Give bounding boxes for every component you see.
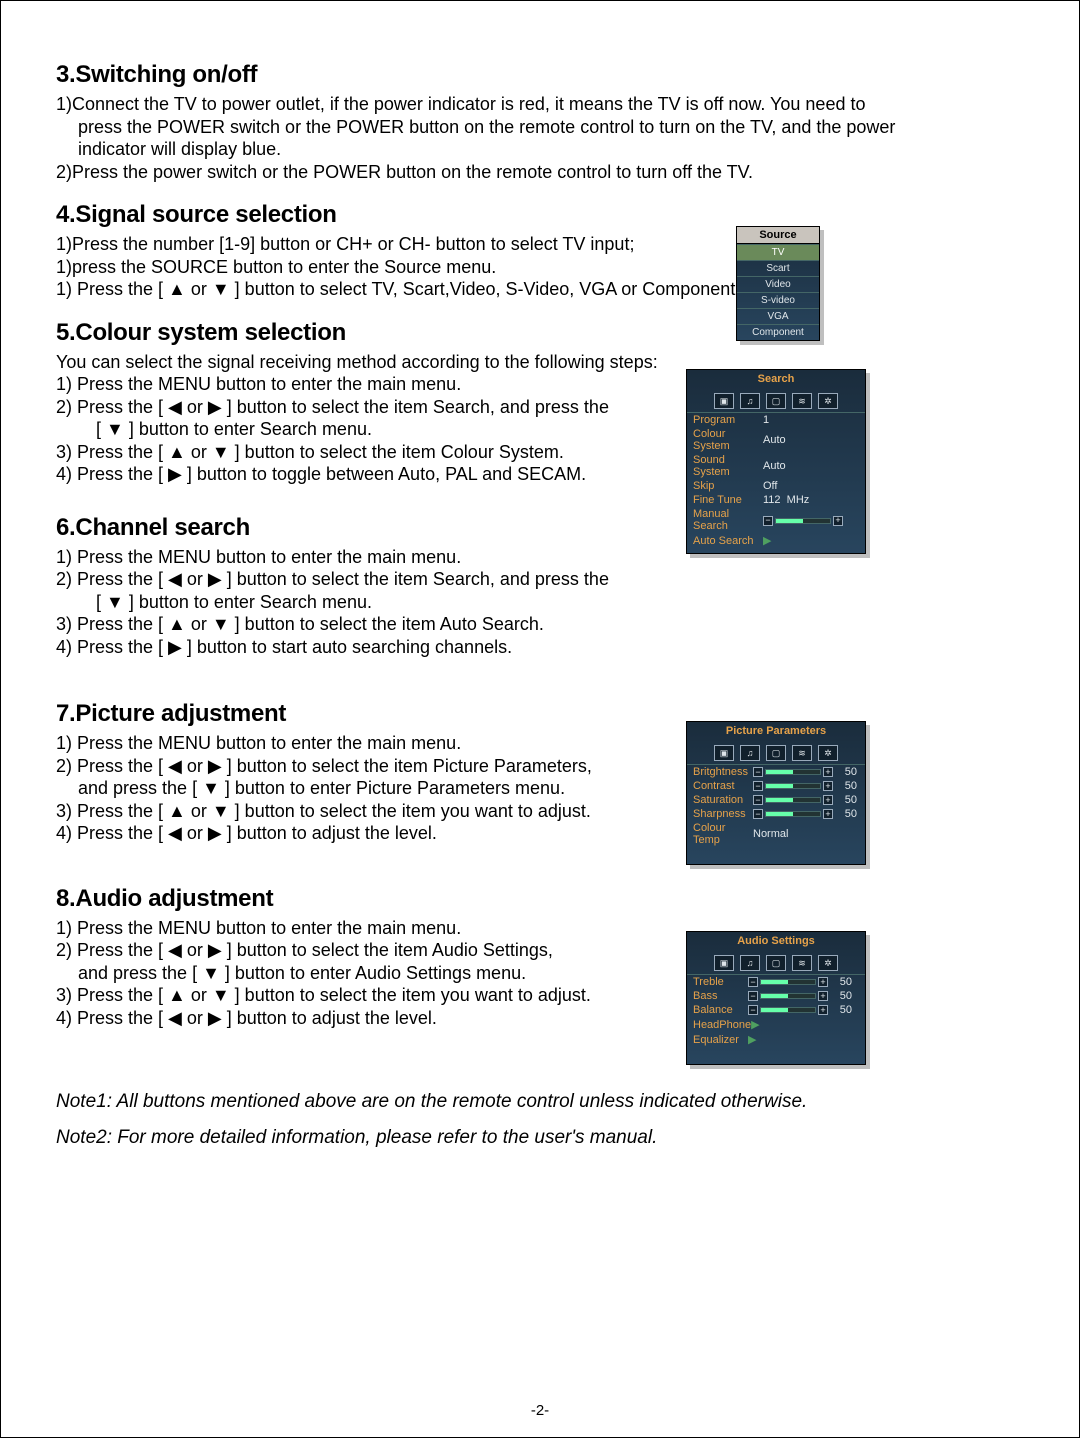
heading-signal: 4.Signal source selection (56, 201, 756, 229)
notes: Note1: All buttons mentioned above are o… (56, 1091, 1016, 1149)
switching-line-4: 2)Press the power switch or the POWER bu… (56, 161, 1016, 184)
arrow-right-icon: ▶ (751, 1018, 859, 1031)
osd-icon: ≋ (792, 745, 812, 761)
osd-source-item-component: Component (737, 324, 819, 340)
osd-source-item-vga: VGA (737, 308, 819, 324)
channel-line-2: 2) Press the [ ◀ or ▶ ] button to select… (56, 568, 696, 591)
osd-source-item-scart: Scart (737, 260, 819, 276)
osd-audio-treble: Treble −+ 50 (687, 975, 865, 989)
osd-search-coloursystem: Colour System Auto (687, 427, 865, 453)
osd-picture-sharpness: Sharpness −+ 50 (687, 807, 865, 821)
section-picture: 7.Picture adjustment 1) Press the MENU b… (56, 700, 696, 845)
heading-colour: 5.Colour system selection (56, 319, 696, 347)
osd-audio-equalizer: Equalizer ▶ (687, 1032, 865, 1064)
osd-picture-title: Picture Parameters (687, 722, 865, 740)
picture-line-1: 1) Press the MENU button to enter the ma… (56, 732, 696, 755)
osd-picture-brightness: Britghtness −+ 50 (687, 765, 865, 779)
osd-audio-icons: ▣ ♫ ▢ ≋ ✲ (687, 950, 865, 975)
osd-icon: ▣ (714, 745, 734, 761)
signal-line-2: 1)press the SOURCE button to enter the S… (56, 256, 756, 279)
osd-source-item-tv: TV (737, 244, 819, 260)
osd-search: Search ▣ ♫ ▢ ≋ ✲ Program 1 Colour System… (686, 369, 866, 554)
osd-source: Source TV Scart Video S-video VGA Compon… (736, 226, 820, 341)
colour-line-3: [ ▼ ] button to enter Search menu. (56, 418, 696, 441)
osd-icon: ▢ (766, 393, 786, 409)
colour-intro: You can select the signal receiving meth… (56, 351, 696, 374)
switching-line-2: press the POWER switch or the POWER butt… (56, 116, 1016, 139)
osd-icon: ♫ (740, 745, 760, 761)
note-1: Note1: All buttons mentioned above are o… (56, 1091, 1016, 1113)
audio-line-2: 2) Press the [ ◀ or ▶ ] button to select… (56, 939, 696, 962)
arrow-right-icon: ▶ (763, 534, 859, 547)
osd-icon: ♫ (740, 393, 760, 409)
osd-icon: ♫ (740, 955, 760, 971)
audio-line-1: 1) Press the MENU button to enter the ma… (56, 917, 696, 940)
osd-icon: ✲ (818, 393, 838, 409)
osd-search-finetune: Fine Tune 112 MHz (687, 493, 865, 507)
signal-line-3: 1) Press the [ ▲ or ▼ ] button to select… (56, 278, 756, 301)
osd-audio: Audio Settings ▣ ♫ ▢ ≋ ✲ Treble −+ 50 Ba… (686, 931, 866, 1065)
osd-icon: ✲ (818, 745, 838, 761)
audio-line-3: and press the [ ▼ ] button to enter Audi… (56, 962, 696, 985)
section-colour: 5.Colour system selection You can select… (56, 319, 696, 486)
osd-icon: ▢ (766, 955, 786, 971)
heading-audio: 8.Audio adjustment (56, 885, 696, 913)
section-switching: 3.Switching on/off 1)Connect the TV to p… (56, 61, 1016, 183)
channel-line-4: 3) Press the [ ▲ or ▼ ] button to select… (56, 613, 696, 636)
osd-icon: ▢ (766, 745, 786, 761)
channel-line-1: 1) Press the MENU button to enter the ma… (56, 546, 696, 569)
osd-search-auto: Auto Search ▶ (687, 533, 865, 553)
osd-search-icons: ▣ ♫ ▢ ≋ ✲ (687, 388, 865, 413)
picture-line-3: and press the [ ▼ ] button to enter Pict… (56, 777, 696, 800)
page-number: -2- (1, 1402, 1079, 1419)
picture-line-5: 4) Press the [ ◀ or ▶ ] button to adjust… (56, 822, 696, 845)
osd-picture: Picture Parameters ▣ ♫ ▢ ≋ ✲ Britghtness… (686, 721, 866, 865)
osd-source-title: Source (737, 227, 819, 244)
osd-search-title: Search (687, 370, 865, 388)
heading-picture: 7.Picture adjustment (56, 700, 696, 728)
colour-line-4: 3) Press the [ ▲ or ▼ ] button to select… (56, 441, 696, 464)
arrow-right-icon: ▶ (748, 1033, 859, 1046)
osd-picture-colourtemp: Colour Temp Normal (687, 821, 865, 864)
section-signal: 4.Signal source selection 1)Press the nu… (56, 201, 756, 301)
osd-audio-bass: Bass −+ 50 (687, 989, 865, 1003)
switching-line-3: indicator will display blue. (56, 138, 1016, 161)
switching-line-1: 1)Connect the TV to power outlet, if the… (56, 93, 1016, 116)
osd-audio-balance: Balance −+ 50 (687, 1003, 865, 1017)
osd-source-item-video: Video (737, 276, 819, 292)
signal-line-1: 1)Press the number [1-9] button or CH+ o… (56, 233, 756, 256)
note-2: Note2: For more detailed information, pl… (56, 1127, 1016, 1149)
audio-line-5: 4) Press the [ ◀ or ▶ ] button to adjust… (56, 1007, 696, 1030)
heading-switching: 3.Switching on/off (56, 61, 1016, 89)
osd-icon: ≋ (792, 393, 812, 409)
osd-search-soundsystem: Sound System Auto (687, 453, 865, 479)
osd-icon: ✲ (818, 955, 838, 971)
osd-search-program: Program 1 (687, 413, 865, 427)
channel-line-3: [ ▼ ] button to enter Search menu. (56, 591, 696, 614)
osd-icon: ▣ (714, 393, 734, 409)
osd-source-item-svideo: S-video (737, 292, 819, 308)
osd-icon: ▣ (714, 955, 734, 971)
osd-audio-title: Audio Settings (687, 932, 865, 950)
channel-line-5: 4) Press the [ ▶ ] button to start auto … (56, 636, 696, 659)
osd-search-manual: Manual Search −+ (687, 507, 865, 533)
osd-picture-saturation: Saturation −+ 50 (687, 793, 865, 807)
osd-picture-icons: ▣ ♫ ▢ ≋ ✲ (687, 740, 865, 765)
colour-line-2: 2) Press the [ ◀ or ▶ ] button to select… (56, 396, 696, 419)
section-audio: 8.Audio adjustment 1) Press the MENU but… (56, 885, 696, 1030)
heading-channel: 6.Channel search (56, 514, 696, 542)
picture-line-2: 2) Press the [ ◀ or ▶ ] button to select… (56, 755, 696, 778)
audio-line-4: 3) Press the [ ▲ or ▼ ] button to select… (56, 984, 696, 1007)
colour-line-5: 4) Press the [ ▶ ] button to toggle betw… (56, 463, 696, 486)
osd-search-skip: Skip Off (687, 479, 865, 493)
osd-audio-headphone: HeadPhone ▶ (687, 1017, 865, 1032)
picture-line-4: 3) Press the [ ▲ or ▼ ] button to select… (56, 800, 696, 823)
section-channel: 6.Channel search 1) Press the MENU butto… (56, 514, 696, 659)
osd-picture-contrast: Contrast −+ 50 (687, 779, 865, 793)
colour-line-1: 1) Press the MENU button to enter the ma… (56, 373, 696, 396)
osd-icon: ≋ (792, 955, 812, 971)
